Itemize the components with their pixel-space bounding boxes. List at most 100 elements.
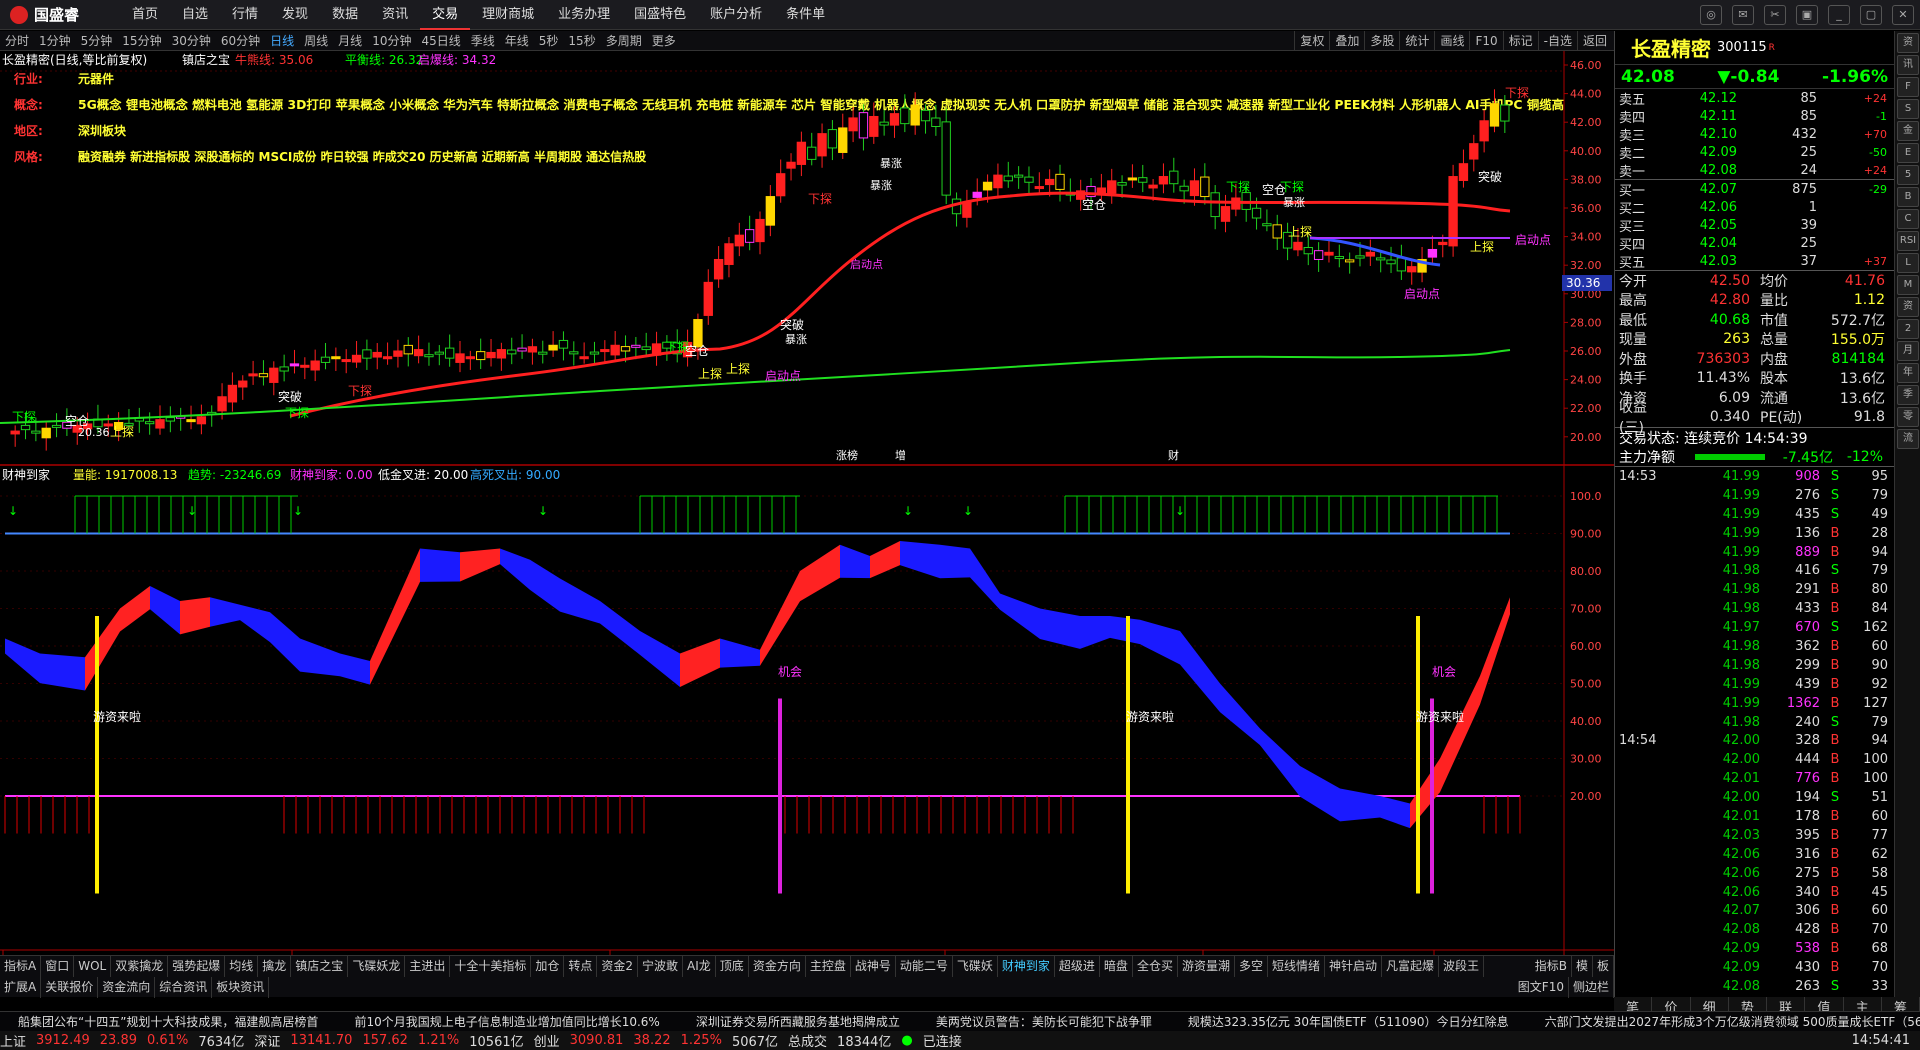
- restore-icon[interactable]: ▢: [1860, 5, 1882, 25]
- side-icon[interactable]: 零: [1897, 407, 1919, 427]
- side-icon[interactable]: 资: [1897, 297, 1919, 317]
- period-tab[interactable]: 10分钟: [367, 31, 416, 51]
- indicator-tab-right[interactable]: 模: [1572, 956, 1593, 977]
- info-tab[interactable]: 板块资讯: [212, 977, 270, 998]
- indicator-tab[interactable]: AI龙: [683, 956, 716, 977]
- asks-row[interactable]: 卖五 42.12 85 +24: [1615, 89, 1894, 108]
- minimize-icon[interactable]: _: [1828, 5, 1850, 25]
- tool-button[interactable]: F10: [1469, 31, 1502, 51]
- indicator-tab[interactable]: 神针启动: [1325, 956, 1383, 977]
- indicator-tab[interactable]: 全仓买: [1133, 956, 1178, 977]
- side-icon[interactable]: 讯: [1897, 55, 1919, 75]
- tool-button[interactable]: 返回: [1576, 31, 1612, 51]
- right-tab[interactable]: 势: [1729, 997, 1767, 1016]
- indicator-tab[interactable]: 顶底: [716, 956, 749, 977]
- menu-item[interactable]: 自选: [170, 0, 220, 30]
- period-tab[interactable]: 季线: [466, 31, 500, 51]
- indicator-tab[interactable]: 财神到家: [998, 956, 1055, 977]
- right-tab[interactable]: 笔: [1614, 997, 1653, 1016]
- close-icon[interactable]: ✕: [1892, 5, 1914, 25]
- menu-item[interactable]: 条件单: [774, 0, 837, 30]
- bids-row[interactable]: 买三 42.05 39: [1615, 216, 1894, 235]
- right-tab[interactable]: 价: [1652, 997, 1691, 1016]
- news-item[interactable]: 船集团公布“十四五”规划十大科技成果，福建舰高居榜首: [0, 1013, 336, 1030]
- indicator-tab[interactable]: 主控盘: [806, 956, 851, 977]
- period-tab[interactable]: 周线: [299, 31, 333, 51]
- kline-chart-area[interactable]: 长盈精密(日线,等比前复权) 镇店之宝 牛熊线: 35.06 平衡线: 26.3…: [0, 51, 1614, 971]
- right-tab[interactable]: 联: [1767, 997, 1806, 1016]
- news-item[interactable]: 前10个月我国规上电子信息制造业增加值同比增长10.6%: [336, 1013, 677, 1030]
- indicator-tab[interactable]: 资金方向: [749, 956, 806, 977]
- tool-button[interactable]: 标记: [1502, 31, 1538, 51]
- menu-item[interactable]: 首页: [120, 0, 170, 30]
- asks-row[interactable]: 卖一 42.08 24 +24: [1615, 161, 1894, 180]
- menu-item[interactable]: 理财商城: [470, 0, 546, 30]
- indicator-tab[interactable]: 暗盘: [1100, 956, 1133, 977]
- tool-button[interactable]: 画线: [1434, 31, 1469, 51]
- side-icon[interactable]: RSI: [1897, 231, 1919, 251]
- side-icon[interactable]: B: [1897, 187, 1919, 207]
- menu-item[interactable]: 交易: [420, 0, 471, 30]
- period-tab[interactable]: 15分钟: [117, 31, 166, 51]
- menu-item[interactable]: 资讯: [370, 0, 420, 30]
- period-tab[interactable]: 60分钟: [216, 31, 265, 51]
- tool-button[interactable]: 多股: [1364, 31, 1399, 51]
- indicator-tab[interactable]: 强势起爆: [168, 956, 226, 977]
- indicator-tab[interactable]: 短线情绪: [1268, 956, 1325, 977]
- bids-row[interactable]: 买五 42.03 37 +37: [1615, 252, 1894, 271]
- side-icon[interactable]: S: [1897, 99, 1919, 119]
- info-tab[interactable]: 综合资讯: [155, 977, 213, 998]
- right-tab[interactable]: 筹: [1882, 997, 1920, 1016]
- tool-button[interactable]: 统计: [1399, 31, 1434, 51]
- news-item[interactable]: 深圳证券交易所西藏服务基地揭牌成立: [678, 1013, 918, 1030]
- right-tab[interactable]: 主: [1844, 997, 1882, 1016]
- side-icon[interactable]: 月: [1897, 341, 1919, 361]
- right-tab[interactable]: 细: [1691, 997, 1729, 1016]
- period-tab[interactable]: 年线: [500, 31, 534, 51]
- side-icon[interactable]: 资: [1897, 33, 1919, 53]
- indicator-tab[interactable]: 波段王: [1439, 956, 1485, 977]
- indicator-tab[interactable]: 多空: [1235, 956, 1268, 977]
- side-icon[interactable]: F: [1897, 77, 1919, 97]
- indicator-tab[interactable]: WOL: [74, 956, 112, 977]
- side-icon[interactable]: 2: [1897, 319, 1919, 339]
- tool-button[interactable]: -自选: [1537, 31, 1577, 51]
- bids-row[interactable]: 买二 42.06 1: [1615, 198, 1894, 217]
- indicator-tab[interactable]: 主进出: [405, 956, 451, 977]
- period-tab[interactable]: 5分钟: [76, 31, 118, 51]
- news-item[interactable]: 六部门文发提出2027年形成3个万亿级消费领域 500质量成长ETF（560: [1527, 1013, 1920, 1030]
- indicator-tab-right[interactable]: 板: [1593, 956, 1614, 977]
- app-logo[interactable]: 国盛睿: [0, 4, 120, 25]
- tick-list[interactable]: 14:53 41.99 908 S 95 41.99 276 S 79 41.99 435 S 49 41…: [1615, 467, 1894, 996]
- menu-item[interactable]: 发现: [270, 0, 320, 30]
- indicator-tab[interactable]: 转点: [564, 956, 598, 977]
- tool-button[interactable]: 复权: [1294, 31, 1329, 51]
- indicator-tab[interactable]: 宁波敢: [638, 956, 684, 977]
- asks-row[interactable]: 卖三 42.10 432 +70: [1615, 125, 1894, 144]
- chat-icon[interactable]: ◎: [1700, 5, 1722, 25]
- news-item[interactable]: 规模达323.35亿元 30年国债ETF（511090）今日分红除息: [1170, 1013, 1527, 1030]
- period-tab[interactable]: 更多: [647, 31, 681, 51]
- side-icon[interactable]: C: [1897, 209, 1919, 229]
- side-icon[interactable]: M: [1897, 275, 1919, 295]
- info-tab[interactable]: 资金流向: [98, 977, 156, 998]
- bids-row[interactable]: 买一 42.07 875 -29: [1615, 180, 1894, 199]
- info-tab-right[interactable]: 图文F10: [1514, 977, 1569, 998]
- right-tab[interactable]: 值: [1805, 997, 1844, 1016]
- menu-item[interactable]: 账户分析: [698, 0, 774, 30]
- side-icon[interactable]: 流: [1897, 429, 1919, 449]
- indicator-tab[interactable]: 均线: [225, 956, 259, 977]
- period-tab[interactable]: 15秒: [563, 31, 600, 51]
- indicator-tab[interactable]: 指标A: [0, 956, 42, 977]
- side-icon[interactable]: 年: [1897, 363, 1919, 383]
- asks-row[interactable]: 卖四 42.11 85 -1: [1615, 107, 1894, 126]
- asks-row[interactable]: 卖二 42.09 25 -50: [1615, 143, 1894, 162]
- tool-button[interactable]: 叠加: [1329, 31, 1364, 51]
- tools-icon[interactable]: ✂: [1764, 5, 1786, 25]
- period-tab[interactable]: 5秒: [534, 31, 564, 51]
- indicator-tab[interactable]: 超级进: [1055, 956, 1100, 977]
- info-tab-right[interactable]: 侧边栏: [1569, 977, 1614, 998]
- menu-item[interactable]: 业务办理: [546, 0, 622, 30]
- indicator-tab[interactable]: 资金2: [597, 956, 639, 977]
- news-item[interactable]: 美两党议员警告：美防长可能犯下战争罪: [918, 1013, 1170, 1030]
